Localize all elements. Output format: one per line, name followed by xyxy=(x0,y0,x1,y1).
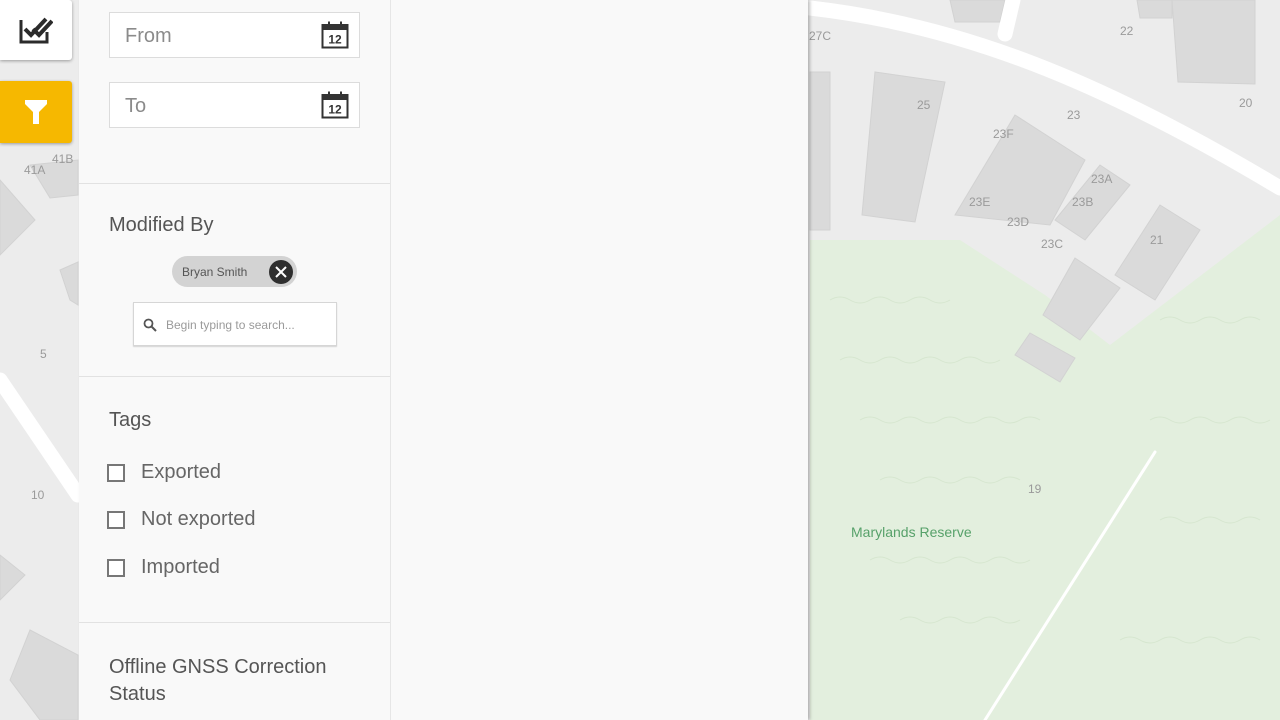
map-lot-label: 23A xyxy=(1091,172,1113,186)
tag-option-label: Not exported xyxy=(141,508,256,530)
chip-remove-button[interactable] xyxy=(269,259,293,284)
app-stage: 27C 22 20 25 23 23F 23A 23E 23D 23B 23C … xyxy=(0,0,1280,720)
map-lot-label: 19 xyxy=(1028,482,1042,496)
tag-option-exported[interactable]: Exported xyxy=(107,461,221,484)
tags-title: Tags xyxy=(109,409,152,431)
checkbox[interactable] xyxy=(107,510,125,529)
gnss-status-title: Offline GNSS Correction Status xyxy=(109,654,327,708)
tag-option-imported[interactable]: Imported xyxy=(107,556,220,579)
map-lot-label: 20 xyxy=(1239,96,1253,110)
map-lot-label: 41A xyxy=(24,163,46,177)
calendar-icon[interactable]: 12 xyxy=(321,21,349,49)
park-label[interactable]: Marylands Reserve xyxy=(851,524,972,540)
filter-button[interactable] xyxy=(0,81,72,143)
filter-icon xyxy=(25,100,47,124)
user-chip: Bryan Smith xyxy=(172,256,297,287)
modified-by-title: Modified By xyxy=(109,214,214,236)
map-lot-label: 23C xyxy=(1041,237,1064,251)
calendar-day-text: 12 xyxy=(328,103,342,117)
map-lot-label: 5 xyxy=(40,347,47,361)
double-check-icon xyxy=(19,17,53,44)
search-icon xyxy=(143,318,157,332)
calendar-day-text: 12 xyxy=(328,33,342,47)
close-icon xyxy=(275,265,287,278)
calendar-icon[interactable]: 12 xyxy=(321,91,349,119)
map-lot-label: 23F xyxy=(993,127,1014,141)
date-from-field[interactable]: From 12 xyxy=(109,12,360,58)
user-chip-label: Bryan Smith xyxy=(182,264,248,279)
map-lot-label: 41B xyxy=(52,152,74,166)
date-to-field[interactable]: To 12 xyxy=(109,82,360,128)
map-lot-label: 23B xyxy=(1072,195,1094,209)
date-from-placeholder: From xyxy=(125,25,172,47)
section-divider xyxy=(79,622,390,623)
date-to-placeholder: To xyxy=(125,95,147,117)
user-search-field[interactable] xyxy=(133,302,337,346)
tag-option-label: Imported xyxy=(141,556,220,578)
tag-option-label: Exported xyxy=(141,461,222,483)
map-lot-label: 23 xyxy=(1067,108,1081,122)
gnss-title-line1: Offline GNSS Correction xyxy=(109,656,327,678)
filter-panel: From 12 To 12 Modified By Bryan Smith Be… xyxy=(79,0,808,720)
gnss-title-line2: Status xyxy=(109,683,166,705)
checklist-button[interactable] xyxy=(0,0,72,60)
map-lot-label: 22 xyxy=(1120,24,1134,38)
map-lot-label: 10 xyxy=(31,488,45,502)
user-search-input[interactable] xyxy=(164,313,333,337)
map-lot-label: 21 xyxy=(1150,233,1164,247)
map-lot-label: 23D xyxy=(1007,215,1030,229)
checkbox[interactable] xyxy=(107,558,125,577)
section-divider xyxy=(79,376,390,377)
checkbox[interactable] xyxy=(107,463,125,482)
section-divider xyxy=(79,183,390,184)
map-lot-label: 23E xyxy=(969,195,991,209)
map-lot-label: 25 xyxy=(917,98,931,112)
map-lot-label: 27C xyxy=(809,29,832,43)
filter-column: From 12 To 12 Modified By Bryan Smith Be… xyxy=(79,0,391,720)
tag-option-not-exported[interactable]: Not exported xyxy=(107,508,256,531)
